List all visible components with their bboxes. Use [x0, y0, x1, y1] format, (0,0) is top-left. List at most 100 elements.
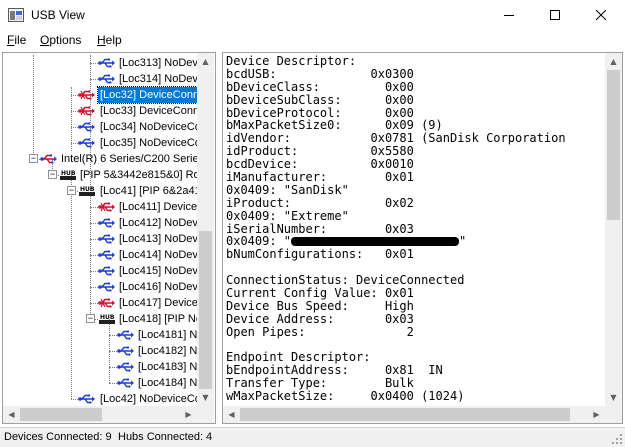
tree-item[interactable]: [Loc413] NoDev [3, 231, 198, 247]
usb-device-icon [98, 297, 116, 309]
tree-item-label: Intel(R) 6 Series/C200 Series [61, 153, 205, 165]
status-bar: Devices Connected: 9 Hubs Connected: 4 [0, 427, 625, 447]
usb-port-icon [117, 377, 135, 389]
tree-item[interactable]: [Loc412] NoDev [3, 215, 198, 231]
resize-grip-icon[interactable] [611, 433, 623, 445]
tree-item-label: [Loc412] NoDev [119, 217, 198, 229]
menu-bar: File Options Help [0, 30, 625, 50]
devices-connected-status: Devices Connected: 9 [4, 431, 112, 443]
tree-item[interactable]: [Loc35] NoDeviceCo [3, 135, 201, 151]
detail-horizontal-scroll-thumb[interactable] [240, 408, 570, 421]
minimize-icon [504, 15, 514, 16]
tree-item[interactable]: [Loc414] NoDev [3, 247, 198, 263]
tree-item[interactable]: [Loc313] NoDevi [3, 55, 200, 71]
tree-vertical-scroll-thumb[interactable] [199, 231, 212, 389]
usb-port-icon [98, 217, 116, 229]
scroll-right-icon[interactable]: ▶ [588, 406, 605, 423]
window-title: USB View [31, 8, 85, 22]
close-button[interactable] [578, 0, 624, 30]
detail-vertical-scroll-thumb[interactable] [607, 70, 620, 220]
descriptor-line: Device Descriptor: [226, 54, 357, 68]
menu-help[interactable]: Help [97, 33, 122, 47]
scroll-up-icon[interactable]: ▲ [605, 53, 622, 70]
tree-item-label: [Loc415] NoDev [119, 265, 198, 277]
tree-item[interactable]: [Loc411] Device [3, 199, 197, 215]
tree-item[interactable]: [Loc314] NoDevi [3, 71, 200, 87]
tree-item[interactable]: [Loc33] DeviceConn [3, 103, 199, 119]
tree-item-label: [Loc32] DeviceConn [96, 86, 203, 104]
svg-text:HUB: HUB [100, 314, 115, 321]
descriptor-line: Open Pipes: 2 [226, 324, 414, 339]
tree-item-label: [Loc4181] N [138, 329, 198, 341]
scroll-left-icon[interactable]: ◀ [223, 406, 240, 423]
tree-item[interactable]: [Loc34] NoDeviceCo [3, 119, 201, 135]
collapse-icon[interactable]: − [29, 154, 38, 163]
tree-item[interactable]: [Loc42] NoDeviceCo [3, 391, 201, 407]
usb-device-icon [78, 89, 96, 101]
serial-closing-quote: " [459, 234, 467, 249]
svg-text:HUB: HUB [61, 170, 76, 177]
usb-hub-icon: HUB [98, 313, 116, 325]
tree-horizontal-scroll-thumb[interactable] [20, 408, 102, 421]
tree-item[interactable]: [Loc417] Device [3, 295, 198, 311]
descriptor-line: bcdUSB: 0x0300 [226, 66, 414, 81]
tree-item-label: [Loc4183] N [138, 361, 198, 373]
usb-port-icon [98, 249, 116, 261]
device-detail-pane[interactable]: Device Descriptor: bcdUSB: 0x0300 bDeviceC… [222, 52, 623, 424]
usb-device-icon [78, 105, 96, 117]
tree-horizontal-scrollbar[interactable]: ◀ ▶ [3, 406, 197, 423]
usb-controller-icon [40, 153, 58, 165]
tree-item[interactable]: [Loc416] NoDev [3, 279, 198, 295]
descriptor-line: 0x0409: "Extreme" [226, 208, 349, 223]
menu-file[interactable]: File [7, 33, 26, 47]
usb-port-icon [78, 393, 96, 405]
usb-port-icon [78, 137, 96, 149]
collapse-icon[interactable]: − [67, 186, 76, 195]
tree-item[interactable]: [Loc4182] N [3, 343, 197, 359]
detail-vertical-scrollbar[interactable]: ▲ ▼ [605, 53, 622, 406]
minimize-button[interactable] [486, 0, 532, 30]
tree-item-label: [Loc4184] N [138, 377, 198, 389]
usb-port-icon [98, 265, 116, 277]
collapse-icon[interactable]: − [86, 314, 95, 323]
tree-item[interactable]: [Loc4181] N [3, 327, 197, 343]
detail-horizontal-scrollbar[interactable]: ◀ ▶ [223, 406, 605, 423]
usb-device-icon [98, 201, 116, 213]
tree-item-label: [PIP 5&3442e815&0] Ro [80, 169, 200, 181]
scroll-left-icon[interactable]: ◀ [3, 406, 20, 423]
scroll-down-icon[interactable]: ▼ [605, 389, 622, 406]
tree-item[interactable]: − HUB [Loc41] [PIP 6&2a41 [3, 183, 201, 199]
device-tree-pane[interactable]: [Loc313] NoDevi [Loc314] NoDevi [Loc32] De… [2, 52, 216, 424]
descriptor-line: Device Address: 0x03 [226, 311, 414, 326]
hubs-connected-status: Hubs Connected: 4 [118, 431, 213, 443]
tree-item-label: [Loc418] [PIP Ne [119, 313, 202, 325]
descriptor-line: bDeviceSubClass: 0x00 [226, 92, 414, 107]
maximize-button[interactable] [532, 0, 578, 30]
descriptor-line: iProduct: 0x02 [226, 195, 414, 210]
tree-item[interactable]: [Loc32] DeviceConn [3, 86, 203, 104]
tree-item[interactable]: − HUB [Loc418] [PIP Ne [3, 311, 202, 327]
tree-item-label: [Loc413] NoDev [119, 233, 198, 245]
tree-item[interactable]: [Loc415] NoDev [3, 263, 198, 279]
scroll-down-icon[interactable]: ▼ [197, 389, 214, 406]
title-bar[interactable]: USB View [0, 0, 625, 30]
tree-item[interactable]: − HUB [PIP 5&3442e815&0] Ro [3, 167, 200, 183]
svg-text:HUB: HUB [80, 186, 95, 193]
redacted-serial-number [291, 237, 460, 247]
maximize-icon [550, 10, 560, 20]
tree-item-label: [Loc314] NoDevi [119, 73, 201, 85]
descriptor-line: Device Bus Speed: High [226, 298, 414, 313]
menu-options[interactable]: Options [40, 33, 81, 47]
tree-item[interactable]: [Loc4184] N [3, 375, 197, 391]
tree-item-label: [Loc417] Device [119, 297, 198, 309]
tree-item[interactable]: [Loc4183] N [3, 359, 197, 375]
tree-vertical-scrollbar[interactable]: ▲ ▼ [197, 53, 214, 406]
tree-item[interactable]: − Intel(R) 6 Series/C200 Series [3, 151, 204, 167]
scroll-right-icon[interactable]: ▶ [180, 406, 197, 423]
scroll-up-icon[interactable]: ▲ [197, 53, 214, 70]
usb-port-icon [98, 233, 116, 245]
device-descriptor-text: Device Descriptor: bcdUSB: 0x0300 bDeviceC… [226, 55, 606, 403]
tree-item-label: [Loc42] NoDeviceCo [100, 393, 201, 405]
collapse-icon[interactable]: − [48, 170, 57, 179]
tree-item-label: [Loc41] [PIP 6&2a41 [100, 185, 201, 197]
